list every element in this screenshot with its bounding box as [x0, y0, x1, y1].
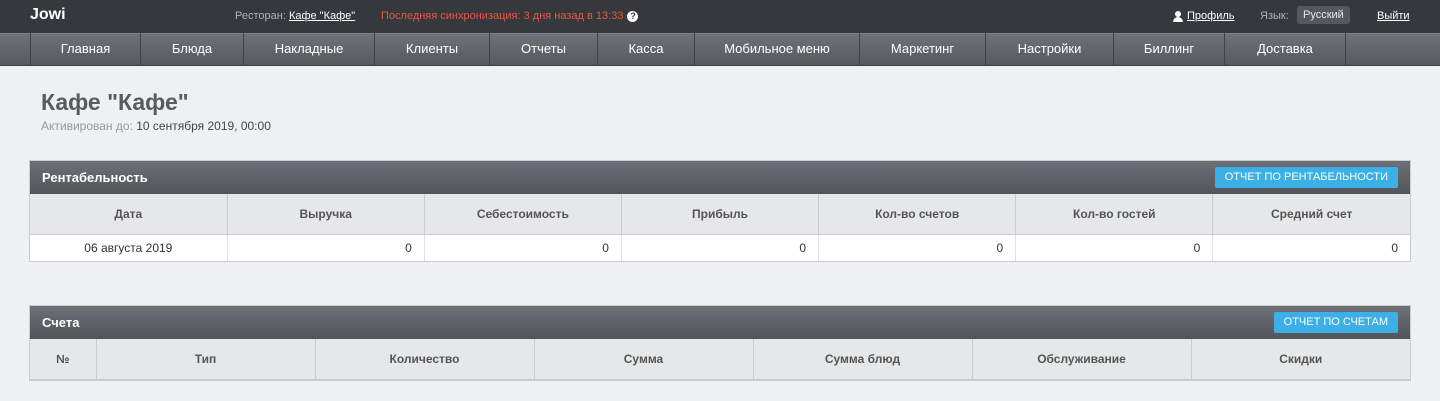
column-header-discounts[interactable]: Скидки [1191, 339, 1410, 380]
nav-item-clients[interactable]: Клиенты [375, 33, 490, 66]
profile-label: Профиль [1187, 10, 1235, 22]
language-label: Язык: [1260, 10, 1289, 22]
main-nav: Главная Блюда Накладные Клиенты Отчеты К… [30, 33, 1346, 66]
table-header-row: № Тип Количество Сумма Сумма блюд Обслуж… [30, 339, 1410, 380]
nav-item-main[interactable]: Главная [31, 33, 141, 66]
user-icon [1173, 10, 1183, 22]
cell-cost: 0 [424, 234, 622, 261]
nav-item-mobile-menu[interactable]: Мобильное меню [695, 33, 860, 66]
cell-bill-count: 0 [818, 234, 1017, 261]
profitability-title: Рентабельность [42, 170, 148, 185]
table-row: 06 августа 2019 0 0 0 0 0 0 [30, 234, 1410, 261]
cell-guest-count: 0 [1015, 234, 1214, 261]
column-header-guest-count[interactable]: Кол-во гостей [1015, 194, 1214, 235]
help-icon[interactable]: ? [627, 10, 639, 22]
language-select[interactable]: Русский [1297, 6, 1350, 24]
bills-panel: Счета ОТЧЕТ ПО СЧЕТАМ № Тип Количество С… [29, 305, 1411, 381]
nav-item-delivery[interactable]: Доставка [1225, 33, 1346, 66]
column-header-quantity[interactable]: Количество [315, 339, 535, 380]
cell-profit: 0 [621, 234, 820, 261]
app-logo[interactable]: Jowi [30, 6, 66, 24]
activation-label: Активирован до: [41, 119, 133, 133]
nav-item-invoices[interactable]: Накладные [244, 33, 375, 66]
profitability-panel-header: Рентабельность ОТЧЕТ ПО РЕНТАБЕЛЬНОСТИ [30, 161, 1410, 194]
activation-date: 10 сентября 2019, 00:00 [136, 119, 271, 133]
column-header-type[interactable]: Тип [96, 339, 316, 380]
restaurant-link[interactable]: Кафе "Кафе" [289, 10, 355, 22]
nav-item-dishes[interactable]: Блюда [141, 33, 244, 66]
table-header-row: Дата Выручка Себестоимость Прибыль Кол-в… [30, 194, 1410, 235]
cell-average-bill: 0 [1391, 240, 1398, 255]
nav-item-reports[interactable]: Отчеты [490, 33, 598, 66]
nav-item-cashbox[interactable]: Касса [598, 33, 695, 66]
nav-item-settings[interactable]: Настройки [986, 33, 1114, 66]
top-bar: Jowi Ресторан: Кафе "Кафе" Последняя син… [0, 0, 1440, 33]
column-header-date[interactable]: Дата [30, 194, 228, 235]
bills-table: № Тип Количество Сумма Сумма блюд Обслуж… [30, 339, 1410, 380]
restaurant-label: Ресторан: [235, 10, 286, 22]
cell-revenue: 0 [227, 234, 425, 261]
profitability-report-button[interactable]: ОТЧЕТ ПО РЕНТАБЕЛЬНОСТИ [1214, 167, 1398, 188]
restaurant-info: Ресторан: Кафе "Кафе" [235, 10, 355, 22]
profile-link[interactable]: Профиль [1173, 10, 1235, 22]
nav-item-billing[interactable]: Биллинг [1114, 33, 1225, 66]
column-header-bill-count[interactable]: Кол-во счетов [818, 194, 1017, 235]
column-header-dishes-sum[interactable]: Сумма блюд [753, 339, 973, 380]
nav-item-marketing[interactable]: Маркетинг [860, 33, 986, 66]
column-header-number[interactable]: № [30, 339, 97, 380]
column-header-sum[interactable]: Сумма [534, 339, 754, 380]
logout-link[interactable]: Выйти [1377, 10, 1410, 22]
sync-status: Последняя синхронизация: 3 дня назад в 1… [381, 10, 639, 22]
column-header-cost[interactable]: Себестоимость [424, 194, 622, 235]
profitability-panel: Рентабельность ОТЧЕТ ПО РЕНТАБЕЛЬНОСТИ Д… [29, 160, 1411, 262]
activation-info: Активирован до: 10 сентября 2019, 00:00 [41, 119, 271, 133]
cell-date: 06 августа 2019 [30, 234, 228, 261]
column-header-service[interactable]: Обслуживание [972, 339, 1192, 380]
page-title: Кафе "Кафе" [41, 89, 189, 115]
sync-text: Последняя синхронизация: 3 дня назад в 1… [381, 10, 624, 22]
bills-panel-header: Счета ОТЧЕТ ПО СЧЕТАМ [30, 306, 1410, 339]
column-header-profit[interactable]: Прибыль [621, 194, 820, 235]
bills-title: Счета [42, 315, 80, 330]
column-header-average-bill[interactable]: Средний счет [1212, 194, 1410, 235]
bills-report-button[interactable]: ОТЧЕТ ПО СЧЕТАМ [1273, 312, 1398, 333]
profitability-table: Дата Выручка Себестоимость Прибыль Кол-в… [30, 194, 1410, 261]
column-header-revenue[interactable]: Выручка [227, 194, 425, 235]
